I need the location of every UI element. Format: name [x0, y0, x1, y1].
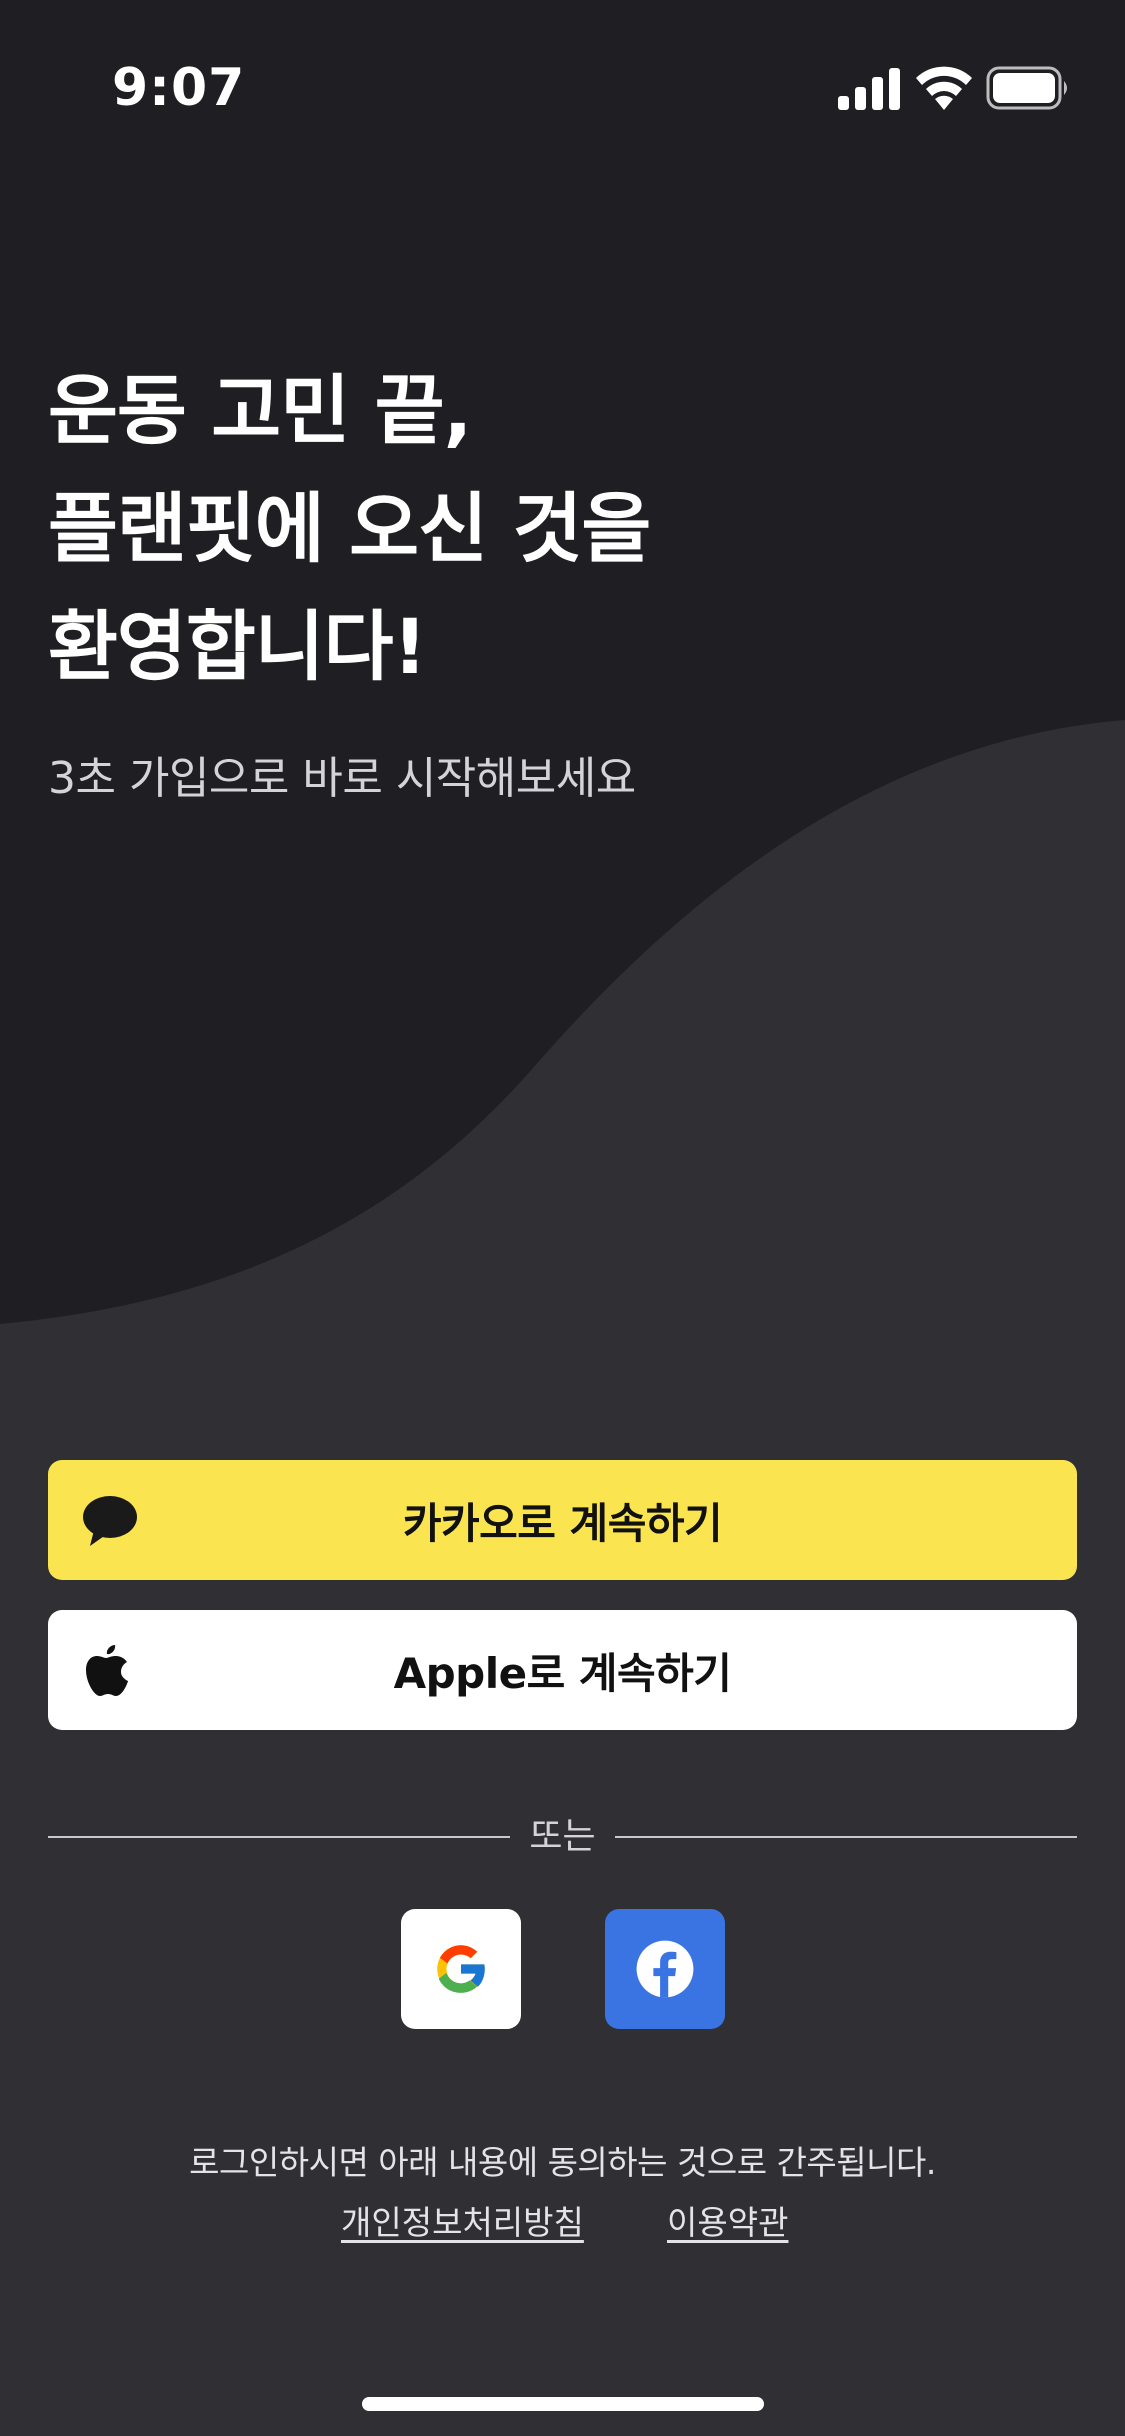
facebook-login-button[interactable] [605, 1909, 725, 2029]
status-bar: 9:07 [0, 0, 1125, 140]
home-indicator[interactable] [362, 2397, 764, 2411]
battery-full-icon [986, 66, 1067, 110]
privacy-policy-link[interactable]: 개인정보처리방침 [341, 2196, 584, 2244]
kakao-login-label: 카카오로 계속하기 [402, 1498, 723, 1548]
or-divider: 또는 [48, 1812, 1077, 1862]
wifi-icon [916, 66, 972, 110]
apple-login-label: Apple로 계속하기 [393, 1648, 732, 1698]
facebook-logo-icon [636, 1940, 694, 1998]
kakao-speech-bubble-icon [83, 1496, 137, 1546]
welcome-headline: 운동 고민 끝, 플랜핏에 오신 것을 환영합니다! [48, 352, 1048, 706]
google-logo-icon [437, 1945, 487, 1993]
headline-line: 환영합니다! [48, 602, 427, 691]
google-login-button[interactable] [401, 1909, 521, 2029]
headline-line: 플랜핏에 오신 것을 [48, 484, 651, 573]
apple-logo-icon [86, 1645, 128, 1696]
login-consent-text: 로그인하시면 아래 내용에 동의하는 것으로 간주됩니다. [189, 2143, 936, 2182]
divider-line [615, 1836, 1077, 1838]
divider-line [48, 1836, 510, 1838]
apple-login-button[interactable]: Apple로 계속하기 [48, 1610, 1077, 1730]
welcome-subtitle: 3초 가입으로 바로 시작해보세요 [48, 753, 636, 804]
terms-of-service-link[interactable]: 이용약관 [667, 2196, 788, 2244]
headline-line: 운동 고민 끝, [48, 366, 472, 455]
kakao-login-button[interactable]: 카카오로 계속하기 [48, 1460, 1077, 1580]
login-screen: 9:07 운동 고민 끝, 플랜핏에 오신 것을 환영합니다! 3초 가입으로 … [0, 0, 1125, 2436]
legal-links: 개인정보처리방침 이용약관 [0, 2196, 1125, 2246]
divider-label: 또는 [529, 1816, 596, 1857]
status-time: 9:07 [112, 58, 246, 118]
cellular-signal-icon [838, 68, 900, 110]
